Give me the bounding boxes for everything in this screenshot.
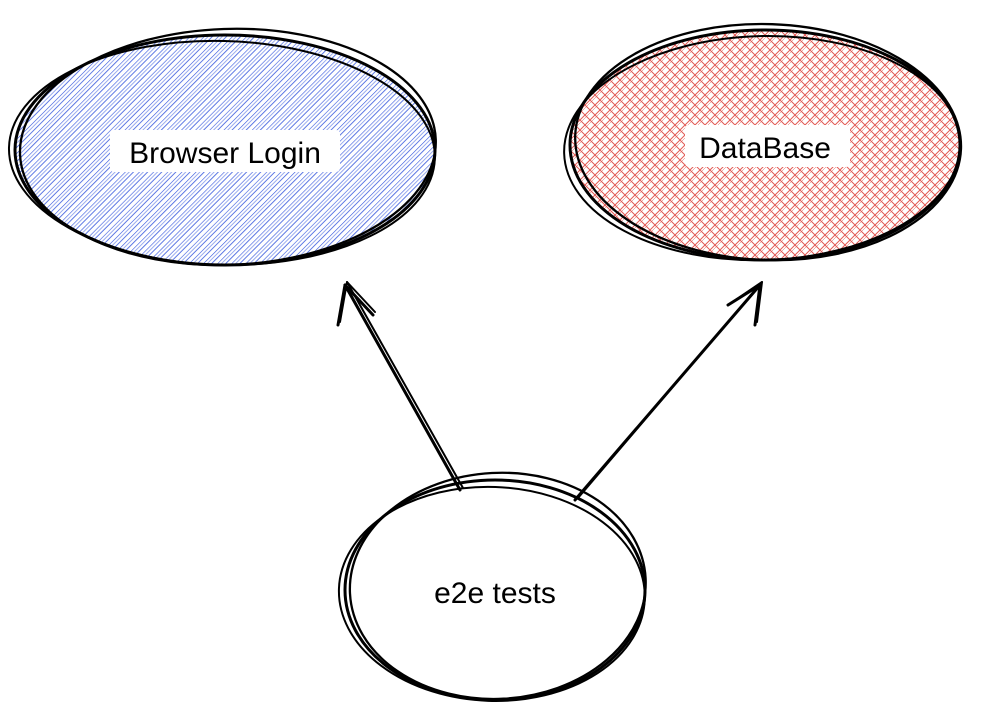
node-database: DataBase	[561, 17, 965, 266]
node-e2e-tests: e2e tests	[335, 465, 651, 706]
edge-e2e-to-database	[575, 282, 762, 500]
node-browser-login-label: Browser Login	[129, 137, 321, 170]
node-browser-login: Browser Login	[6, 22, 440, 272]
edge-e2e-to-browser-login	[338, 282, 463, 490]
diagram-canvas: Browser Login DataBase e2e tests	[0, 0, 991, 717]
node-e2e-tests-label: e2e tests	[434, 577, 556, 610]
node-database-label: DataBase	[699, 132, 831, 165]
